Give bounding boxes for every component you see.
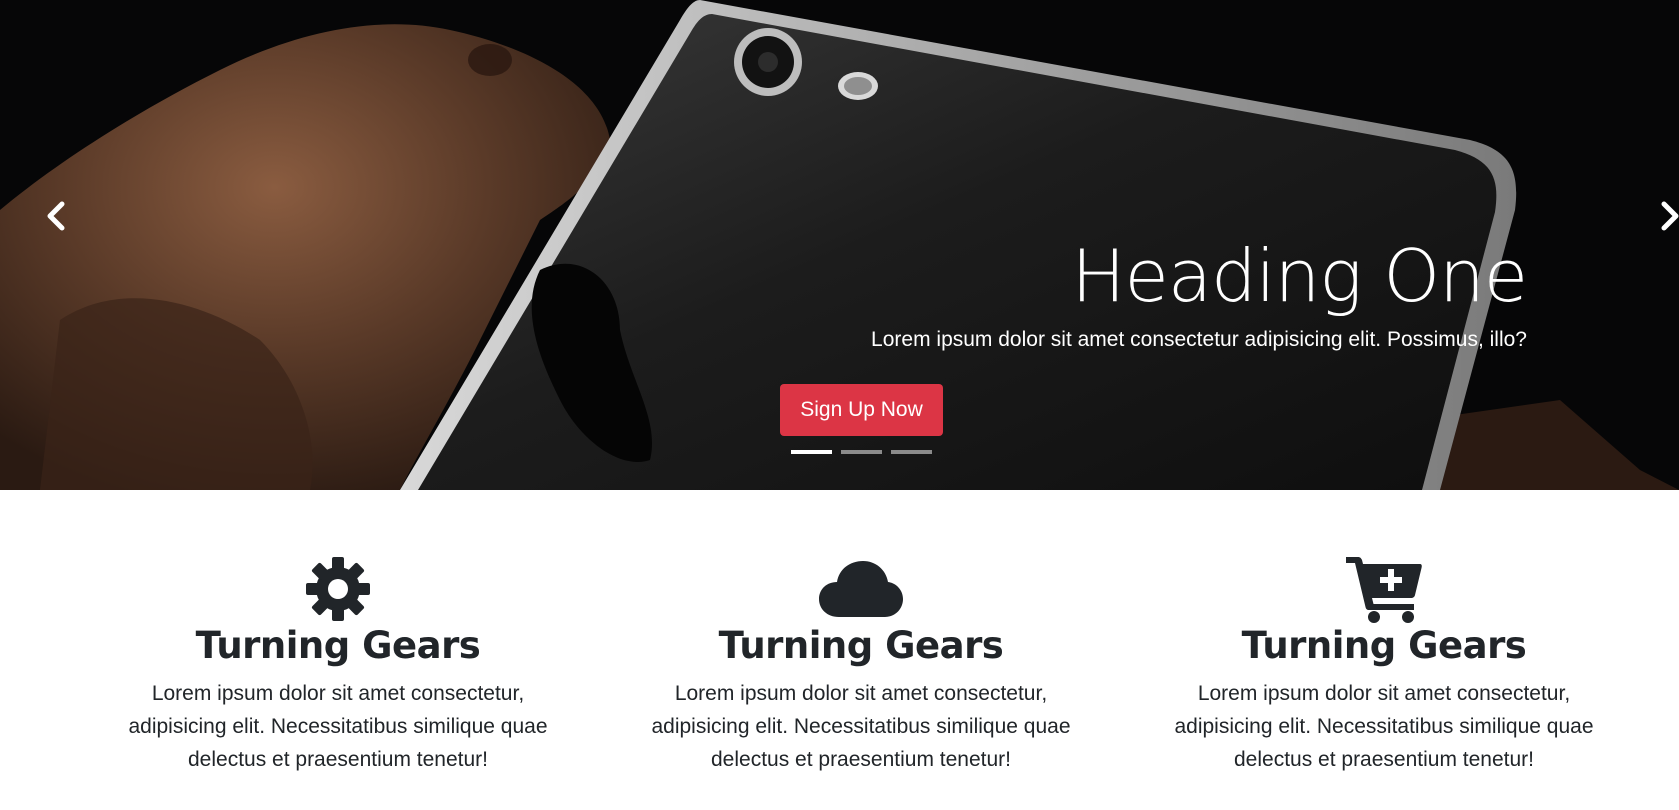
carousel-indicators bbox=[791, 450, 932, 454]
hero-carousel: Heading One Lorem ipsum dolor sit amet c… bbox=[0, 0, 1679, 490]
carousel-prev-button[interactable] bbox=[36, 196, 76, 236]
gear-icon bbox=[306, 557, 370, 621]
sign-up-button[interactable]: Sign Up Now bbox=[780, 384, 943, 436]
feature-text: Lorem ipsum dolor sit amet consectetur, … bbox=[1174, 682, 1594, 771]
carousel-indicator-1[interactable] bbox=[791, 450, 832, 454]
feature-title: Turning Gears bbox=[1241, 624, 1527, 667]
feature-card: Turning Gears Lorem ipsum dolor sit amet… bbox=[1149, 555, 1619, 776]
feature-title: Turning Gears bbox=[195, 624, 481, 667]
cloud-icon bbox=[819, 561, 903, 617]
cart-plus-icon bbox=[1346, 557, 1422, 623]
carousel-caption: Heading One Lorem ipsum dolor sit amet c… bbox=[627, 232, 1528, 352]
chevron-right-icon bbox=[1661, 201, 1679, 231]
carousel-text: Lorem ipsum dolor sit amet consectetur a… bbox=[871, 328, 1527, 351]
feature-text: Lorem ipsum dolor sit amet consectetur, … bbox=[651, 682, 1071, 771]
features-section: Turning Gears Lorem ipsum dolor sit amet… bbox=[0, 490, 1679, 810]
chevron-left-icon bbox=[47, 201, 65, 231]
feature-card: Turning Gears Lorem ipsum dolor sit amet… bbox=[626, 555, 1096, 776]
feature-card: Turning Gears Lorem ipsum dolor sit amet… bbox=[103, 555, 573, 776]
feature-title: Turning Gears bbox=[718, 624, 1004, 667]
carousel-heading: Heading One bbox=[1071, 234, 1528, 318]
carousel-indicator-2[interactable] bbox=[841, 450, 882, 454]
carousel-indicator-3[interactable] bbox=[891, 450, 932, 454]
carousel-next-button[interactable] bbox=[1650, 196, 1679, 236]
feature-text: Lorem ipsum dolor sit amet consectetur, … bbox=[128, 682, 548, 771]
